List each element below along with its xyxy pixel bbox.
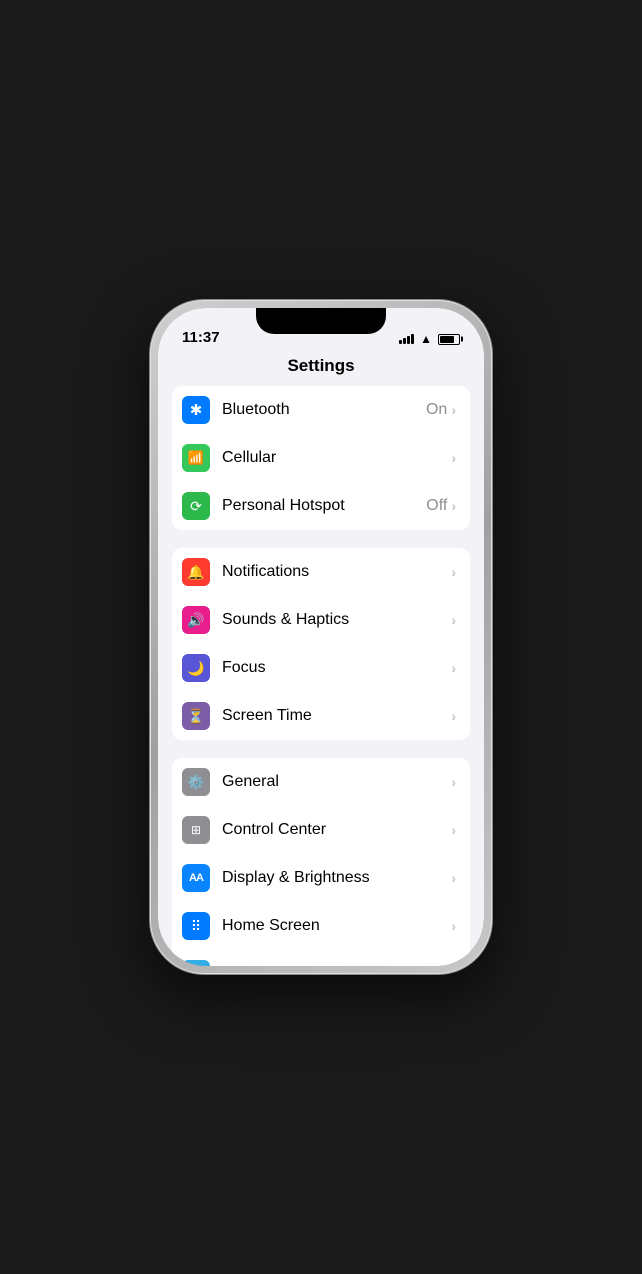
notch (256, 308, 386, 334)
hotspot-label: Personal Hotspot (222, 497, 426, 515)
chevron-icon: › (451, 450, 456, 466)
screen: 11:37 ▲ Settings (158, 308, 484, 966)
notifications-icon: 🔔 (182, 558, 210, 586)
focus-label: Focus (222, 659, 451, 677)
home-screen-label: Home Screen (222, 917, 451, 935)
chevron-icon: › (451, 660, 456, 676)
chevron-icon: › (451, 774, 456, 790)
chevron-icon: › (451, 612, 456, 628)
phone-inner: 11:37 ▲ Settings (158, 308, 484, 966)
home-screen-icon: ⠿ (182, 912, 210, 940)
screen-time-icon: ⏳ (182, 702, 210, 730)
cellular-label: Cellular (222, 449, 451, 467)
signal-icon (399, 334, 414, 344)
notifications-list: 🔔 Notifications › 🔊 Sounds & Haptics › (172, 548, 470, 740)
chevron-icon: › (451, 498, 456, 514)
control-center-icon: ⊞ (182, 816, 210, 844)
notifications-label: Notifications (222, 563, 451, 581)
chevron-icon: › (451, 870, 456, 886)
notifications-group: 🔔 Notifications › 🔊 Sounds & Haptics › (158, 548, 484, 740)
status-icons: ▲ (399, 332, 460, 346)
chevron-icon: › (451, 402, 456, 418)
settings-item-bluetooth[interactable]: ✱ Bluetooth On › (172, 386, 470, 434)
settings-item-notifications[interactable]: 🔔 Notifications › (172, 548, 470, 596)
status-time: 11:37 (182, 329, 220, 346)
settings-item-home-screen[interactable]: ⠿ Home Screen › (172, 902, 470, 950)
settings-item-screen-time[interactable]: ⏳ Screen Time › (172, 692, 470, 740)
bluetooth-value: On (426, 401, 447, 419)
display-label: Display & Brightness (222, 869, 451, 887)
settings-item-general[interactable]: ⚙️ General › (172, 758, 470, 806)
connectivity-list: ✱ Bluetooth On › 📶 Cellular › (172, 386, 470, 530)
accessibility-icon: ♿ (182, 960, 210, 966)
wifi-icon: ▲ (420, 332, 432, 346)
chevron-icon: › (451, 918, 456, 934)
sounds-icon: 🔊 (182, 606, 210, 634)
settings-item-control-center[interactable]: ⊞ Control Center › (172, 806, 470, 854)
settings-item-focus[interactable]: 🌙 Focus › (172, 644, 470, 692)
hotspot-icon: ⟳ (182, 492, 210, 520)
bluetooth-icon: ✱ (182, 396, 210, 424)
settings-item-accessibility[interactable]: ♿ Accessibility › (172, 950, 470, 966)
phone-frame: 11:37 ▲ Settings (150, 300, 492, 974)
general-icon: ⚙️ (182, 768, 210, 796)
bluetooth-label: Bluetooth (222, 401, 426, 419)
screen-time-label: Screen Time (222, 707, 451, 725)
chevron-icon: › (451, 822, 456, 838)
cellular-icon: 📶 (182, 444, 210, 472)
chevron-icon: › (451, 564, 456, 580)
sounds-label: Sounds & Haptics (222, 611, 451, 629)
settings-item-display[interactable]: AA Display & Brightness › (172, 854, 470, 902)
settings-scroll[interactable]: ✱ Bluetooth On › 📶 Cellular › (158, 386, 484, 966)
display-group: ⚙️ General › ⊞ Control Center › (158, 758, 484, 966)
accessibility-label: Accessibility (222, 965, 451, 966)
display-icon: AA (182, 864, 210, 892)
settings-item-hotspot[interactable]: ⟳ Personal Hotspot Off › (172, 482, 470, 530)
hotspot-value: Off (426, 497, 447, 515)
settings-item-sounds[interactable]: 🔊 Sounds & Haptics › (172, 596, 470, 644)
general-label: General (222, 773, 451, 791)
status-bar: 11:37 ▲ (158, 308, 484, 352)
display-list: ⚙️ General › ⊞ Control Center › (172, 758, 470, 966)
focus-icon: 🌙 (182, 654, 210, 682)
nav-header: Settings (158, 352, 484, 386)
connectivity-group: ✱ Bluetooth On › 📶 Cellular › (158, 386, 484, 530)
battery-icon (438, 334, 460, 345)
control-center-label: Control Center (222, 821, 451, 839)
page-title: Settings (287, 356, 354, 375)
settings-item-cellular[interactable]: 📶 Cellular › (172, 434, 470, 482)
chevron-icon: › (451, 708, 456, 724)
battery-fill (440, 336, 454, 343)
